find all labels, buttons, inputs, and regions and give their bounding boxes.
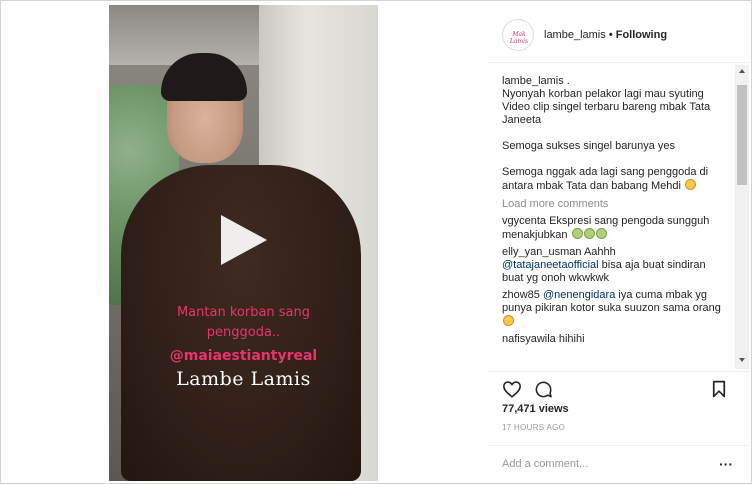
play-icon[interactable] xyxy=(221,215,267,265)
video-person-body xyxy=(121,165,361,481)
comments-list[interactable]: lambe_lamis . Nyonyah korban pelakor lag… xyxy=(488,63,734,369)
following-button[interactable]: Following xyxy=(616,29,667,41)
comment-username[interactable]: nafisyawila xyxy=(502,333,556,345)
avatar-logo-text: Mak Lamis xyxy=(509,31,529,45)
comment-item: elly_yan_usman Aahhh @tatajaneetaofficia… xyxy=(502,246,724,285)
scrollbar-thumb[interactable] xyxy=(737,85,747,185)
laugh-emoji-icon xyxy=(571,228,583,239)
comment-text: hihihi xyxy=(558,333,585,345)
post-header-handle: lambe_lamis • Following xyxy=(544,29,667,41)
video-overlay-line1: Mantan korban sang xyxy=(176,305,311,320)
view-count[interactable]: 77,471 views xyxy=(502,403,569,415)
scroll-down-arrow-icon[interactable] xyxy=(739,358,745,362)
comment-item: vgycenta Ekspresi sang pengoda sungguh m… xyxy=(502,215,724,242)
comment-username[interactable]: vgycenta xyxy=(502,215,546,227)
scroll-up-arrow-icon[interactable] xyxy=(739,69,745,73)
load-more-comments-link[interactable]: Load more comments xyxy=(502,197,734,211)
post-side-panel: Mak Lamis lambe_lamis • Following lambe_… xyxy=(488,5,750,481)
smile-emoji-icon xyxy=(685,179,697,190)
add-comment-input[interactable] xyxy=(502,456,702,472)
video-overlay-line2: penggoda.. xyxy=(206,325,281,340)
username-link[interactable]: lambe_lamis xyxy=(544,29,606,41)
post-header: Mak Lamis lambe_lamis • Following xyxy=(488,5,750,63)
caption-line: Video clip singel terbaru bareng mbak Ta… xyxy=(502,101,711,113)
caption-line: Semoga nggak ada lagi sang penggoda di xyxy=(502,166,709,178)
bookmark-icon[interactable] xyxy=(712,380,726,398)
post-timestamp[interactable]: 17 HOURS AGO xyxy=(502,423,565,432)
comment-mention-link[interactable]: @tatajaneetaofficial xyxy=(502,259,599,271)
laugh-emoji-icon xyxy=(583,228,595,239)
post-modal: Mantan korban sang penggoda.. @maiaestia… xyxy=(0,0,752,484)
more-icon[interactable]: ··· xyxy=(719,457,733,471)
comment-text: Aahhh xyxy=(583,246,616,258)
comment-item: zhow85 @nenengidara iya cuma mbak yg pun… xyxy=(502,289,724,329)
comment-item: nafisyawila hihihi xyxy=(502,333,724,346)
add-comment-bar: ··· xyxy=(488,445,750,481)
caption-line: Janeeta xyxy=(502,114,542,126)
video-overlay-mention: @maiaestiantyreal xyxy=(169,348,318,364)
grimace-emoji-icon xyxy=(503,315,514,326)
comments-scrollbar[interactable] xyxy=(735,65,749,369)
caption-line-last: antara mbak Tata dan babang Mehdi xyxy=(502,179,724,193)
video-overlay-brand: Lambe Lamis xyxy=(176,368,311,390)
caption-username[interactable]: lambe_lamis . xyxy=(502,75,734,88)
laugh-emoji-icon xyxy=(595,228,607,239)
video-player[interactable]: Mantan korban sang penggoda.. @maiaestia… xyxy=(109,5,378,481)
heart-icon[interactable] xyxy=(502,380,522,398)
comment-username[interactable]: elly_yan_usman xyxy=(502,246,582,258)
comment-mention-link[interactable]: @nenengidara xyxy=(543,289,615,301)
comment-icon[interactable] xyxy=(534,380,553,399)
separator-dot: • xyxy=(608,29,613,41)
post-actions-bar xyxy=(488,371,750,401)
avatar[interactable]: Mak Lamis xyxy=(502,19,534,51)
caption-line: Nyonyah korban pelakor lagi mau syuting xyxy=(502,88,704,100)
caption-line: Semoga sukses singel barunya yes xyxy=(502,140,676,152)
comment-username[interactable]: zhow85 xyxy=(502,289,540,301)
caption-line-text: antara mbak Tata dan babang Mehdi xyxy=(502,180,681,192)
